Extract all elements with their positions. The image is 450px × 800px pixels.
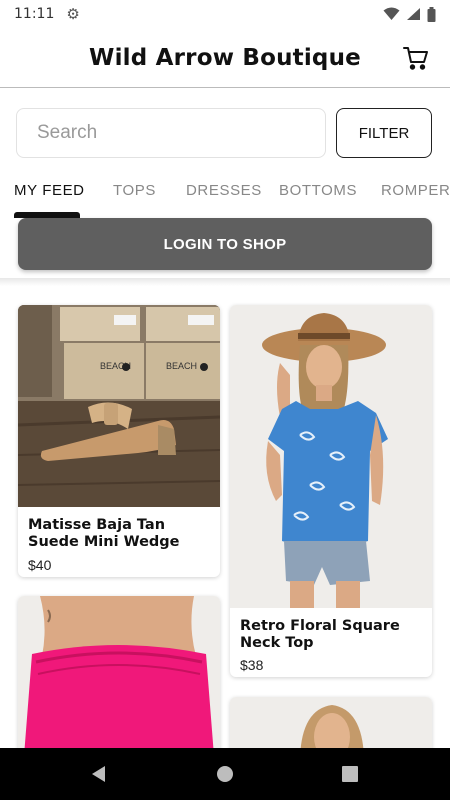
cart-button[interactable] bbox=[402, 44, 430, 72]
home-icon[interactable] bbox=[215, 764, 235, 784]
login-to-shop-button[interactable]: LOGIN TO SHOP bbox=[18, 218, 432, 270]
product-card[interactable]: Retro Floral Square Neck Top $38 bbox=[230, 305, 432, 677]
battery-icon bbox=[427, 6, 436, 22]
tab-tops[interactable]: TOPS bbox=[113, 182, 156, 199]
product-title: Matisse Baja Tan Suede Mini Wedge bbox=[28, 517, 180, 550]
status-indicators bbox=[383, 6, 436, 22]
svg-text:BEACH: BEACH bbox=[166, 361, 197, 371]
cart-icon bbox=[403, 47, 428, 70]
status-bar: 11:11 ⚙ bbox=[0, 0, 450, 28]
tab-my-feed[interactable]: MY FEED bbox=[14, 182, 85, 199]
search-input[interactable] bbox=[16, 108, 326, 158]
gear-icon: ⚙ bbox=[66, 5, 80, 23]
tab-bottoms[interactable]: BOTTOMS bbox=[279, 182, 357, 199]
product-title: Retro Floral Square Neck Top bbox=[240, 618, 400, 651]
product-card[interactable]: BEACH BEACH Matisse Baja Tan Suede Mini … bbox=[18, 305, 220, 577]
app-title: Wild Arrow Boutique bbox=[89, 44, 361, 71]
wifi-icon bbox=[383, 7, 400, 20]
product-price: $40 bbox=[28, 557, 52, 573]
tab-rompers[interactable]: ROMPERS bbox=[381, 182, 450, 199]
product-image: BEACH BEACH bbox=[18, 305, 220, 507]
product-price: $38 bbox=[240, 657, 264, 673]
system-nav-bar bbox=[0, 748, 450, 800]
signal-icon bbox=[407, 8, 420, 20]
section-divider bbox=[0, 278, 450, 286]
product-image bbox=[18, 596, 220, 756]
app-header: Wild Arrow Boutique bbox=[0, 28, 450, 88]
product-image bbox=[230, 305, 432, 608]
search-row: FILTER bbox=[16, 108, 434, 160]
tab-dresses[interactable]: DRESSES bbox=[186, 182, 262, 199]
recents-icon[interactable] bbox=[340, 764, 360, 784]
filter-button[interactable]: FILTER bbox=[336, 108, 432, 158]
category-tabs: MY FEED TOPS DRESSES BOTTOMS ROMPERS bbox=[0, 172, 450, 218]
status-time: 11:11 bbox=[14, 6, 55, 22]
product-card[interactable] bbox=[18, 596, 220, 756]
back-icon[interactable] bbox=[89, 764, 109, 784]
